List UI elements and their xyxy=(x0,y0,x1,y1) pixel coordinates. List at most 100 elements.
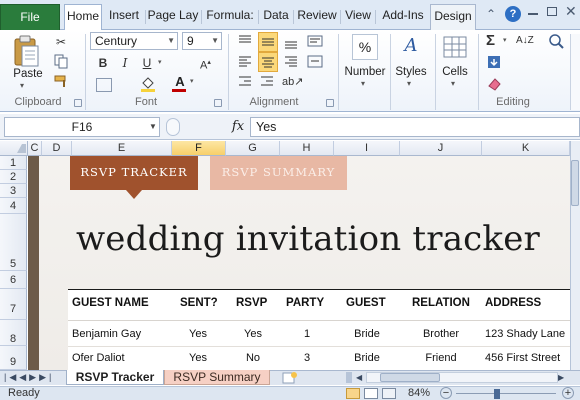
font-size-combo[interactable]: 9 ▼ xyxy=(182,32,222,50)
minimize-icon[interactable] xyxy=(528,13,538,15)
column-header[interactable]: C xyxy=(28,141,42,156)
scroll-left-icon[interactable]: ◀ xyxy=(356,372,366,383)
cell-guest[interactable]: Bride xyxy=(334,352,400,364)
row-header[interactable]: 9 xyxy=(0,346,27,370)
cells-dropdown-icon[interactable]: ▾ xyxy=(451,79,455,88)
cell-guest-name[interactable]: Ofer Daliot xyxy=(72,352,125,364)
bold-button[interactable]: B xyxy=(94,54,112,72)
tab-file[interactable]: File xyxy=(0,4,60,30)
tab-review[interactable]: Review xyxy=(295,4,339,30)
name-box[interactable]: F16 xyxy=(4,117,160,137)
scroll-right-icon[interactable]: ▶ xyxy=(558,372,568,383)
number-format-icon[interactable]: % xyxy=(352,34,378,60)
number-dropdown-icon[interactable]: ▾ xyxy=(361,79,365,88)
row-header[interactable]: 2 xyxy=(0,170,27,184)
number-button[interactable]: Number xyxy=(342,66,388,78)
align-middle-icon[interactable] xyxy=(258,32,278,52)
formula-bar-resize-handle[interactable] xyxy=(166,118,180,136)
normal-view-icon[interactable] xyxy=(346,388,360,399)
column-header[interactable]: G xyxy=(226,141,280,156)
cut-icon[interactable]: ✂ xyxy=(52,33,70,51)
merge-center-icon[interactable] xyxy=(306,53,324,71)
tab-formulas[interactable]: Formula: xyxy=(203,4,257,30)
find-icon[interactable] xyxy=(546,32,568,50)
tab-data[interactable]: Data xyxy=(260,4,292,30)
cell-relation[interactable]: Brother xyxy=(400,328,482,340)
row-header[interactable]: 1 xyxy=(0,156,27,170)
font-launcher-icon[interactable] xyxy=(214,99,222,107)
worksheet-canvas[interactable]: RSVP TRACKER RSVP SUMMARY wedding invita… xyxy=(28,156,570,370)
italic-button[interactable]: I xyxy=(116,54,134,72)
cells-icon[interactable] xyxy=(443,36,467,58)
borders-icon[interactable] xyxy=(96,78,112,92)
autosum-icon[interactable]: Σ xyxy=(486,32,502,50)
align-bottom-icon[interactable] xyxy=(282,33,300,51)
fill-icon[interactable] xyxy=(486,54,502,70)
tab-addins[interactable]: Add-Ins xyxy=(378,4,428,30)
insert-sheet-icon[interactable] xyxy=(282,371,298,384)
cell-guest-name[interactable]: Benjamin Gay xyxy=(72,328,141,340)
sheet-tab-rsvp-tracker[interactable]: RSVP Tracker xyxy=(66,370,164,385)
vertical-scroll-thumb[interactable] xyxy=(571,160,579,206)
row-header[interactable]: 5 xyxy=(0,214,27,271)
tab-insert[interactable]: Insert xyxy=(104,4,144,30)
cell-guest[interactable]: Bride xyxy=(334,328,400,340)
styles-icon[interactable]: A xyxy=(398,34,424,60)
row-header[interactable]: 8 xyxy=(0,320,27,346)
increase-indent-icon[interactable] xyxy=(258,73,276,91)
row-header[interactable]: 7 xyxy=(0,289,27,320)
styles-button[interactable]: Styles xyxy=(390,66,432,78)
page-layout-view-icon[interactable] xyxy=(364,388,378,399)
tab-split-handle[interactable] xyxy=(346,372,352,383)
tab-view[interactable]: View xyxy=(342,4,374,30)
row-header[interactable]: 3 xyxy=(0,184,27,198)
insert-function-button[interactable]: fx xyxy=(228,117,248,137)
clipboard-launcher-icon[interactable] xyxy=(74,99,82,107)
column-header[interactable]: D xyxy=(42,141,72,156)
select-all-corner[interactable] xyxy=(0,141,28,156)
styles-dropdown-icon[interactable]: ▾ xyxy=(407,79,411,88)
formula-input[interactable]: Yes xyxy=(250,117,580,137)
cell-sent[interactable]: Yes xyxy=(168,352,228,364)
row-header[interactable]: 6 xyxy=(0,271,27,289)
align-right-icon[interactable] xyxy=(282,53,300,71)
font-name-combo[interactable]: Century ▼ xyxy=(90,32,178,50)
cell-address[interactable]: 456 First Street xyxy=(485,352,560,364)
column-header[interactable]: I xyxy=(334,141,400,156)
cells-button[interactable]: Cells xyxy=(436,66,474,78)
column-header[interactable]: E xyxy=(72,141,172,156)
zoom-slider-thumb[interactable] xyxy=(494,389,500,399)
font-color-dropdown-icon[interactable]: ▾ xyxy=(190,77,194,85)
help-icon[interactable]: ? xyxy=(505,6,521,22)
wrap-text-icon[interactable] xyxy=(306,33,324,51)
fill-color-icon[interactable] xyxy=(140,76,156,92)
zoom-in-button[interactable]: + xyxy=(562,387,574,399)
cell-relation[interactable]: Friend xyxy=(400,352,482,364)
cell-rsvp[interactable]: No xyxy=(226,352,280,364)
column-header[interactable]: K xyxy=(482,141,570,156)
decrease-indent-icon[interactable] xyxy=(236,73,254,91)
sheet-tab-rsvp-summary[interactable]: RSVP Summary xyxy=(164,370,270,385)
orientation-icon[interactable]: ab↗ xyxy=(282,73,303,91)
autosum-dropdown-icon[interactable]: ▾ xyxy=(503,36,507,44)
column-header[interactable]: J xyxy=(400,141,482,156)
alignment-launcher-icon[interactable] xyxy=(326,99,334,107)
format-painter-icon[interactable] xyxy=(52,73,70,91)
align-left-icon[interactable] xyxy=(236,53,254,71)
copy-icon[interactable] xyxy=(52,53,70,71)
horizontal-scroll-thumb[interactable] xyxy=(380,373,440,382)
ribbon-scrollbar[interactable] xyxy=(570,34,580,110)
cell-party[interactable]: 1 xyxy=(280,328,334,340)
tab-home[interactable]: Home xyxy=(64,4,102,31)
zoom-slider-track[interactable] xyxy=(456,393,556,394)
cell-party[interactable]: 3 xyxy=(280,352,334,364)
column-header[interactable]: H xyxy=(280,141,334,156)
name-box-dropdown-icon[interactable]: ▼ xyxy=(149,122,157,131)
close-icon[interactable]: ✕ xyxy=(565,4,577,18)
paste-dropdown-icon[interactable]: ▾ xyxy=(20,81,24,90)
sheet-nav-icon[interactable]: |◀◀▶▶| xyxy=(4,372,54,383)
sort-filter-icon[interactable]: A↓Z xyxy=(516,32,538,50)
underline-button[interactable]: U xyxy=(138,54,156,72)
align-center-icon[interactable] xyxy=(258,52,278,72)
font-grow-icon[interactable]: A▴ xyxy=(200,54,218,72)
